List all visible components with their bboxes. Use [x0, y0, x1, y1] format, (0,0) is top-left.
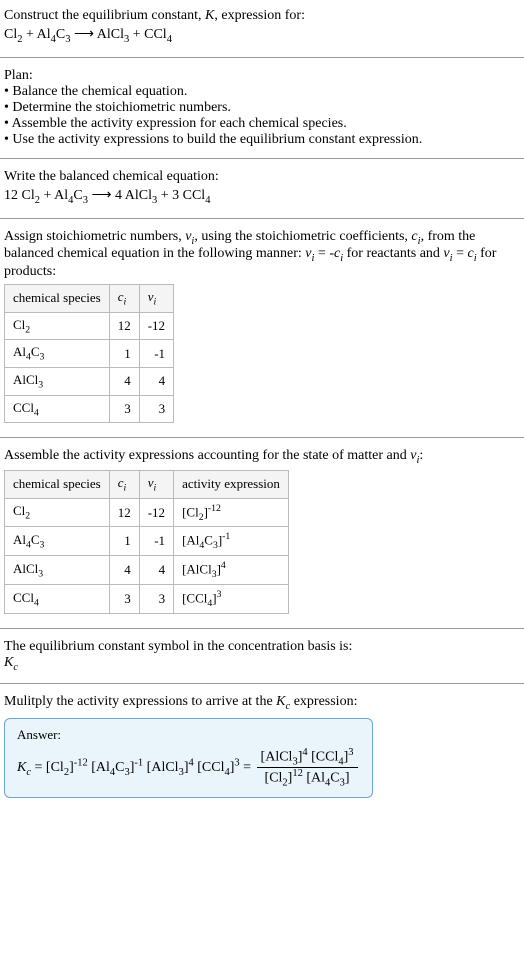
cell-expr: [Cl2]-12 [174, 498, 289, 527]
cell-ci: 12 [109, 312, 139, 340]
cell-species: Al4C3 [5, 527, 110, 556]
plan-item: • Use the activity expressions to build … [4, 132, 520, 148]
cell-species: Cl2 [5, 312, 110, 340]
table-header-row: chemical species ci νi activity expressi… [5, 470, 289, 498]
col-vi: νi [139, 285, 173, 313]
cell-expr: [Al4C3]-1 [174, 527, 289, 556]
table-row: CCl4 3 3 [CCl4]3 [5, 585, 289, 614]
divider [0, 683, 524, 684]
activity-table: chemical species ci νi activity expressi… [4, 470, 289, 614]
multiply-text: Mulitply the activity expressions to arr… [4, 694, 520, 712]
table-row: CCl4 3 3 [5, 395, 174, 423]
title-line-1: Construct the equilibrium constant, K, e… [4, 8, 520, 24]
table-row: AlCl3 4 4 [AlCl3]4 [5, 556, 289, 585]
table-header-row: chemical species ci νi [5, 285, 174, 313]
cell-ci: 3 [109, 585, 139, 614]
plan-item: • Balance the chemical equation. [4, 84, 520, 100]
cell-ci: 3 [109, 395, 139, 423]
cell-species: CCl4 [5, 395, 110, 423]
col-expr: activity expression [174, 470, 289, 498]
cell-expr: [AlCl3]4 [174, 556, 289, 585]
cell-vi: -1 [139, 527, 173, 556]
divider [0, 437, 524, 438]
cell-vi: 3 [139, 585, 173, 614]
table-row: Cl2 12 -12 [5, 312, 174, 340]
cell-vi: 4 [139, 367, 173, 395]
assign-section: Assign stoichiometric numbers, νi, using… [0, 223, 524, 434]
cell-species: AlCl3 [5, 556, 110, 585]
cell-vi: -12 [139, 498, 173, 527]
cell-species: Al4C3 [5, 340, 110, 368]
balanced-equation: 12 Cl2 + Al4C3 ⟶ 4 AlCl3 + 3 CCl4 [4, 187, 520, 206]
activity-text: Assemble the activity expressions accoun… [4, 448, 520, 466]
divider [0, 628, 524, 629]
balanced-section: Write the balanced chemical equation: 12… [0, 163, 524, 214]
cell-species: Cl2 [5, 498, 110, 527]
table-row: Al4C3 1 -1 [Al4C3]-1 [5, 527, 289, 556]
col-species: chemical species [5, 470, 110, 498]
symbol-text: The equilibrium constant symbol in the c… [4, 639, 520, 655]
cell-vi: -1 [139, 340, 173, 368]
cell-ci: 1 [109, 527, 139, 556]
balanced-heading: Write the balanced chemical equation: [4, 169, 520, 185]
multiply-section: Mulitply the activity expressions to arr… [0, 688, 524, 810]
table-row: Al4C3 1 -1 [5, 340, 174, 368]
stoich-table: chemical species ci νi Cl2 12 -12 Al4C3 … [4, 284, 174, 423]
plan-section: Plan: • Balance the chemical equation. •… [0, 62, 524, 154]
cell-expr: [CCl4]3 [174, 585, 289, 614]
plan-item: • Determine the stoichiometric numbers. [4, 100, 520, 116]
col-vi: νi [139, 470, 173, 498]
cell-ci: 1 [109, 340, 139, 368]
symbol-value: Kc [4, 655, 520, 673]
divider [0, 57, 524, 58]
col-ci: ci [109, 285, 139, 313]
activity-section: Assemble the activity expressions accoun… [0, 442, 524, 624]
answer-label: Answer: [17, 727, 360, 743]
divider [0, 158, 524, 159]
answer-box: Answer: Kc = [Cl2]-12 [Al4C3]-1 [AlCl3]4… [4, 718, 373, 798]
assign-text: Assign stoichiometric numbers, νi, using… [4, 229, 520, 281]
title-equation: Cl2 + Al4C3 ⟶ AlCl3 + CCl4 [4, 26, 520, 45]
cell-ci: 4 [109, 367, 139, 395]
cell-species: CCl4 [5, 585, 110, 614]
title-section: Construct the equilibrium constant, K, e… [0, 0, 524, 53]
table-row: Cl2 12 -12 [Cl2]-12 [5, 498, 289, 527]
table-row: AlCl3 4 4 [5, 367, 174, 395]
cell-ci: 4 [109, 556, 139, 585]
cell-vi: 3 [139, 395, 173, 423]
cell-vi: -12 [139, 312, 173, 340]
cell-vi: 4 [139, 556, 173, 585]
plan-item: • Assemble the activity expression for e… [4, 116, 520, 132]
col-species: chemical species [5, 285, 110, 313]
symbol-section: The equilibrium constant symbol in the c… [0, 633, 524, 679]
answer-expression: Kc = [Cl2]-12 [Al4C3]-1 [AlCl3]4 [CCl4]3… [17, 747, 360, 789]
cell-ci: 12 [109, 498, 139, 527]
col-ci: ci [109, 470, 139, 498]
plan-heading: Plan: [4, 68, 520, 84]
cell-species: AlCl3 [5, 367, 110, 395]
divider [0, 218, 524, 219]
